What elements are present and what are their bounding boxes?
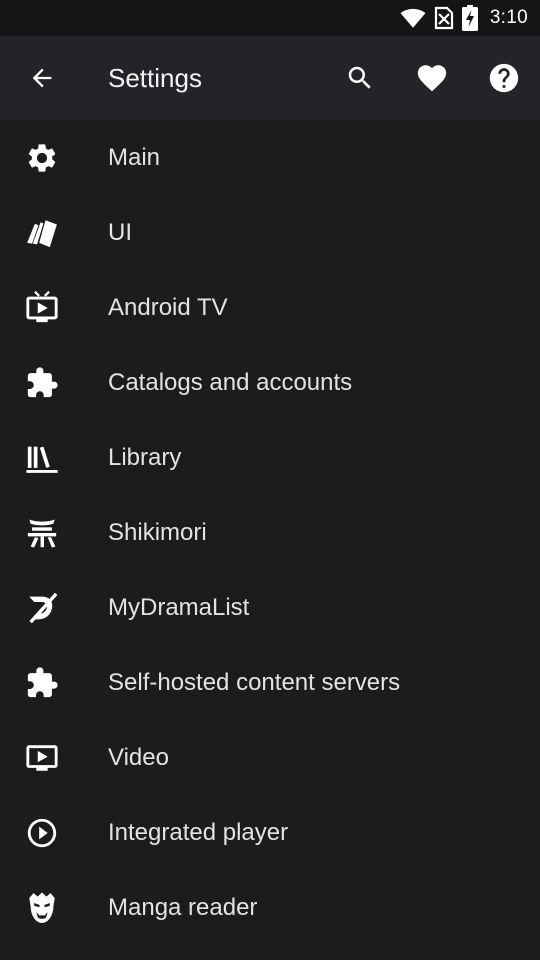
no-sim-icon	[434, 6, 454, 30]
app-bar: Settings	[0, 36, 540, 120]
settings-item-label: Library	[108, 443, 182, 471]
heart-icon	[417, 65, 447, 92]
settings-item-android-tv[interactable]: Android TV	[0, 270, 540, 345]
shikimori-icon	[24, 515, 60, 551]
settings-item-label: UI	[108, 218, 132, 246]
settings-item-main[interactable]: Main	[0, 120, 540, 195]
settings-item-label: Manga reader	[108, 893, 258, 921]
settings-item-label: Main	[108, 143, 161, 171]
settings-item-catalogs[interactable]: Catalogs and accounts	[0, 345, 540, 420]
manga-icon	[24, 890, 60, 926]
mydramalist-icon	[24, 590, 60, 626]
play-circle-icon	[24, 815, 60, 851]
search-button[interactable]	[332, 50, 388, 106]
status-bar: 3:10	[0, 0, 540, 36]
video-icon	[24, 740, 60, 776]
settings-item-label: Self-hosted content servers	[108, 668, 401, 696]
battery-charging-icon	[461, 5, 478, 31]
puzzle-icon	[24, 665, 60, 701]
settings-item-label: Video	[108, 743, 169, 771]
search-icon	[348, 66, 371, 89]
gear-icon	[24, 140, 60, 176]
settings-item-label: Catalogs and accounts	[108, 368, 353, 396]
settings-list: Main UI Android TV Catalogs and accounts	[0, 120, 540, 945]
settings-item-label: MyDramaList	[108, 593, 250, 621]
cards-icon	[24, 215, 60, 251]
settings-item-library[interactable]: Library	[0, 420, 540, 495]
help-icon	[489, 63, 519, 93]
settings-item-label: Integrated player	[108, 818, 289, 846]
settings-item-video[interactable]: Video	[0, 720, 540, 795]
settings-item-ui[interactable]: UI	[0, 195, 540, 270]
library-icon	[24, 440, 60, 476]
wifi-icon	[400, 7, 426, 29]
back-button[interactable]	[14, 50, 70, 106]
settings-item-manga-reader[interactable]: Manga reader	[0, 870, 540, 945]
page-title: Settings	[108, 63, 202, 93]
settings-item-shikimori[interactable]: Shikimori	[0, 495, 540, 570]
settings-item-mydramalist[interactable]: MyDramaList	[0, 570, 540, 645]
settings-item-label: Android TV	[108, 293, 228, 321]
arrow-back-icon	[32, 68, 52, 88]
settings-item-label: Shikimori	[108, 518, 207, 546]
tv-icon	[24, 290, 60, 326]
help-button[interactable]	[476, 50, 532, 106]
settings-item-self-hosted[interactable]: Self-hosted content servers	[0, 645, 540, 720]
status-time: 3:10	[489, 7, 528, 28]
puzzle-icon	[24, 365, 60, 401]
settings-item-integrated-player[interactable]: Integrated player	[0, 795, 540, 870]
favorites-button[interactable]	[404, 50, 460, 106]
